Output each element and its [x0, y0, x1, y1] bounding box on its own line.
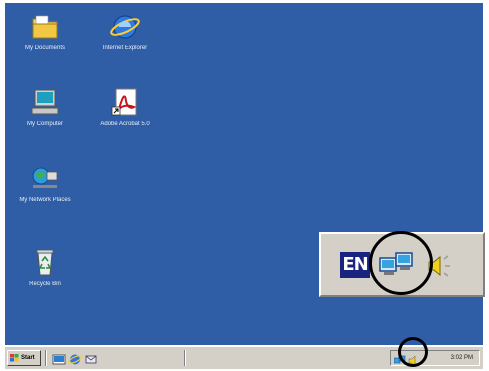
- pdf-icon: [107, 87, 143, 117]
- clock[interactable]: 3:02 PM: [451, 351, 473, 365]
- desktop-icon-label: My Computer: [26, 121, 63, 127]
- highlight-circle: [398, 337, 428, 367]
- desktop-icon-my-network-places[interactable]: My Network Places: [5, 163, 85, 204]
- desktop-icon-label: Adobe Acrobat 5.0: [100, 121, 150, 127]
- desktop: My Documents Internet Explorer My Comput…: [5, 3, 485, 345]
- recycle-bin-icon: [27, 247, 63, 277]
- desktop-icon-my-computer[interactable]: My Computer: [5, 87, 85, 128]
- language-indicator[interactable]: EN: [340, 252, 370, 278]
- desktop-icon[interactable]: [52, 351, 66, 365]
- desktop-icon-my-documents[interactable]: My Documents: [5, 11, 85, 52]
- network-icon: [27, 163, 63, 193]
- desktop-icon-label: My Network Places: [19, 197, 71, 203]
- desktop-icon-internet-explorer[interactable]: Internet Explorer: [85, 11, 165, 52]
- screenshot: My Documents Internet Explorer My Comput…: [0, 0, 489, 371]
- windows-flag-icon: [10, 354, 19, 362]
- highlight-circle: [369, 231, 433, 295]
- ie-icon[interactable]: [67, 351, 83, 365]
- desktop-icon-adobe-acrobat[interactable]: Adobe Acrobat 5.0: [85, 87, 165, 128]
- taskbar-separator: [45, 350, 47, 366]
- start-label: Start: [21, 355, 35, 361]
- globe-icon: [107, 11, 143, 41]
- start-button[interactable]: Start: [7, 350, 41, 366]
- tray-zoom-callout: EN: [319, 231, 485, 297]
- taskbar-separator: [184, 350, 186, 366]
- outlook-icon[interactable]: [84, 351, 98, 364]
- desktop-icon-recycle-bin[interactable]: Recycle Bin: [5, 247, 85, 288]
- folder-icon: [27, 11, 63, 41]
- desktop-icon-label: My Documents: [24, 45, 65, 51]
- desktop-icon-label: Recycle Bin: [29, 281, 61, 287]
- computer-icon: [27, 87, 63, 117]
- desktop-icon-label: Internet Explorer: [102, 45, 148, 51]
